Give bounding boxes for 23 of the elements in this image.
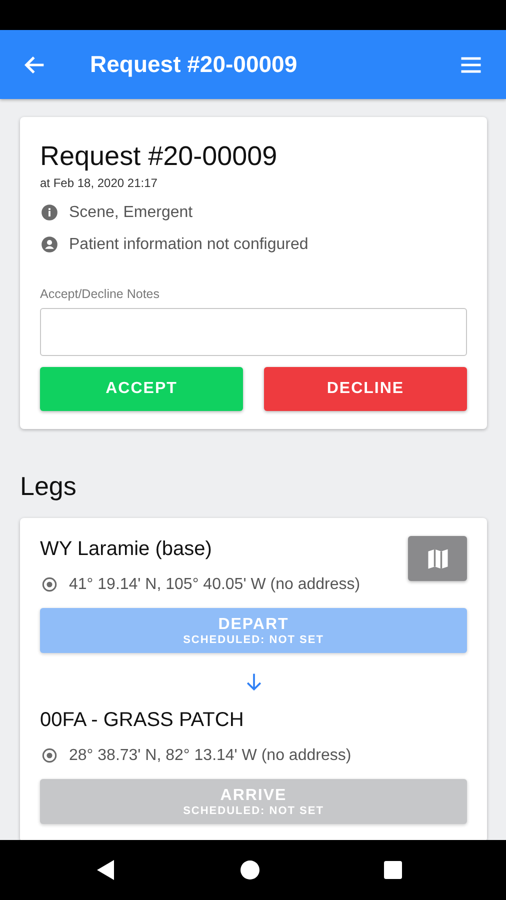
depart-button[interactable]: DEPART SCHEDULED: NOT SET [40, 608, 467, 653]
request-title: Request #20-00009 [40, 141, 278, 172]
accept-button[interactable]: ACCEPT [40, 367, 243, 411]
arrive-button[interactable]: ARRIVE SCHEDULED: NOT SET [40, 779, 467, 824]
stop-name: 00FA - GRASS PATCH [40, 709, 245, 732]
notes-label: Accept/Decline Notes [40, 287, 161, 301]
detail-text: Patient information not configured [69, 236, 308, 254]
map-button[interactable] [408, 536, 467, 581]
account-icon [40, 235, 59, 254]
decline-button[interactable]: DECLINE [264, 367, 467, 411]
stop-location: 41° 19.14' N, 105° 40.05' W (no address) [69, 576, 360, 594]
info-icon [40, 203, 59, 222]
home-icon[interactable] [240, 860, 260, 880]
location-icon [40, 575, 59, 594]
app-title: Request #20-00009 [90, 51, 298, 78]
section-heading: Legs [20, 471, 78, 502]
request-time: at Feb 18, 2020 21:17 [40, 176, 158, 190]
back-icon[interactable] [97, 860, 115, 880]
location-icon [40, 746, 59, 765]
stop-name: WY Laramie (base) [40, 538, 213, 561]
stop-location: 28° 38.73' N, 82° 13.14' W (no address) [69, 746, 352, 764]
notes-field[interactable] [40, 308, 467, 356]
detail-text: Scene, Emergent [69, 204, 193, 222]
